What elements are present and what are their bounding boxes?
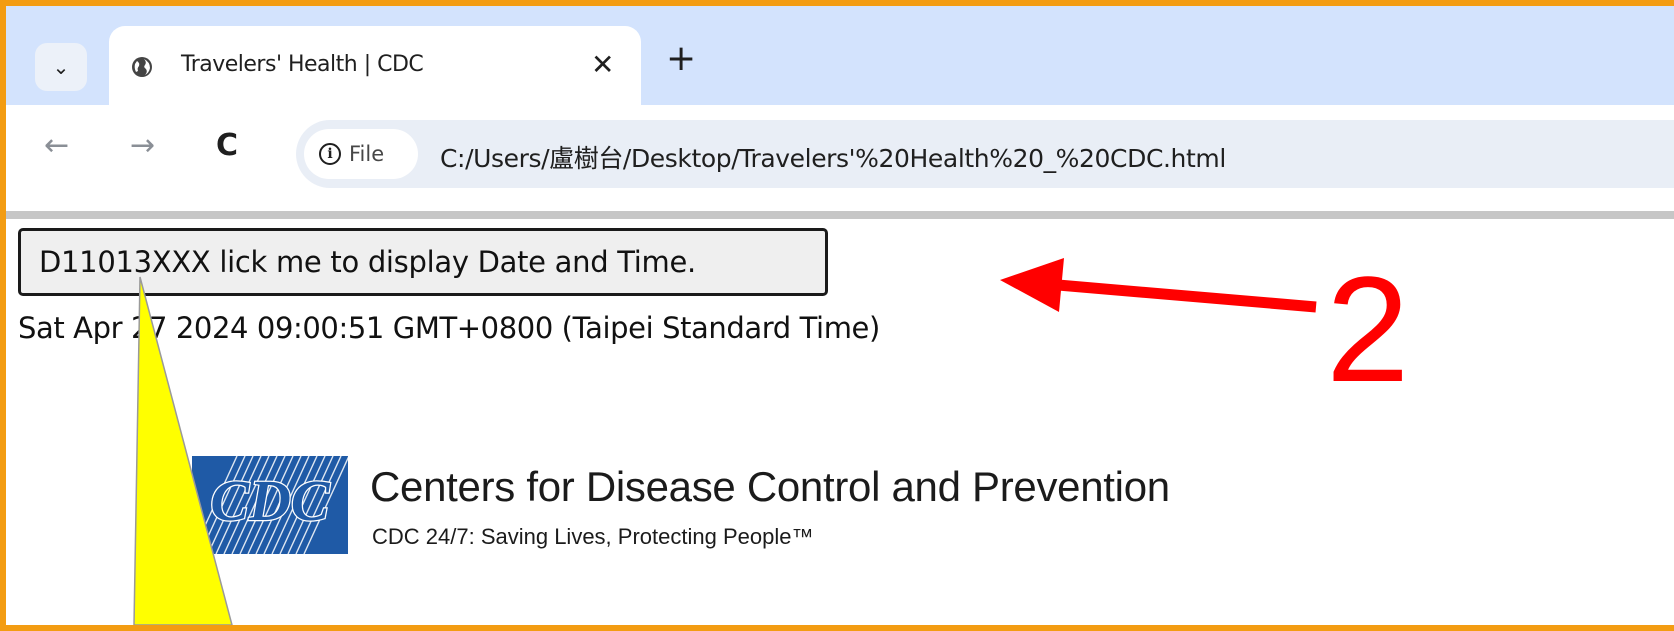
url-text[interactable]: C:/Users/盧樹台/Desktop/Travelers'%20Health… — [440, 139, 1226, 175]
tab-title: Travelers' Health | CDC — [181, 52, 424, 77]
address-bar[interactable]: i File C:/Users/盧樹台/Desktop/Travelers'%2… — [296, 120, 1674, 188]
info-icon: i — [319, 143, 341, 165]
annotation-step-number: 2 — [1326, 245, 1410, 413]
toolbar-divider — [6, 211, 1674, 219]
cdc-organization-name: Centers for Disease Control and Preventi… — [370, 463, 1170, 510]
cdc-logo-text: CDC — [210, 468, 331, 533]
back-arrow-icon[interactable]: ← — [44, 131, 69, 161]
browser-window: ⌄ Travelers' Health | CDC ✕ + ← → C i Fi… — [6, 6, 1674, 625]
browser-toolbar: ← → C i File C:/Users/盧樹台/Desktop/Travel… — [6, 105, 1674, 211]
cdc-logo: CDC — [192, 456, 348, 554]
site-info-chip[interactable]: i File — [304, 129, 418, 179]
tab-search-menu-button[interactable]: ⌄ — [35, 43, 87, 91]
display-datetime-button[interactable]: D11013XXX lick me to display Date and Ti… — [18, 228, 828, 296]
page-content: D11013XXX lick me to display Date and Ti… — [6, 219, 1674, 625]
tab-strip: ⌄ Travelers' Health | CDC ✕ + — [6, 6, 1674, 105]
new-tab-button[interactable]: + — [666, 41, 696, 77]
forward-arrow-icon[interactable]: → — [130, 131, 155, 161]
reload-icon[interactable]: C — [216, 131, 238, 161]
datetime-output: Sat Apr 27 2024 09:00:51 GMT+0800 (Taipe… — [18, 311, 880, 345]
globe-icon — [132, 57, 152, 77]
chevron-down-icon: ⌄ — [52, 56, 70, 79]
browser-tab-active[interactable]: Travelers' Health | CDC ✕ — [109, 26, 641, 105]
close-tab-icon[interactable]: ✕ — [591, 48, 614, 81]
cdc-tagline: CDC 24/7: Saving Lives, Protecting Peopl… — [372, 524, 814, 549]
site-info-label: File — [349, 142, 385, 166]
